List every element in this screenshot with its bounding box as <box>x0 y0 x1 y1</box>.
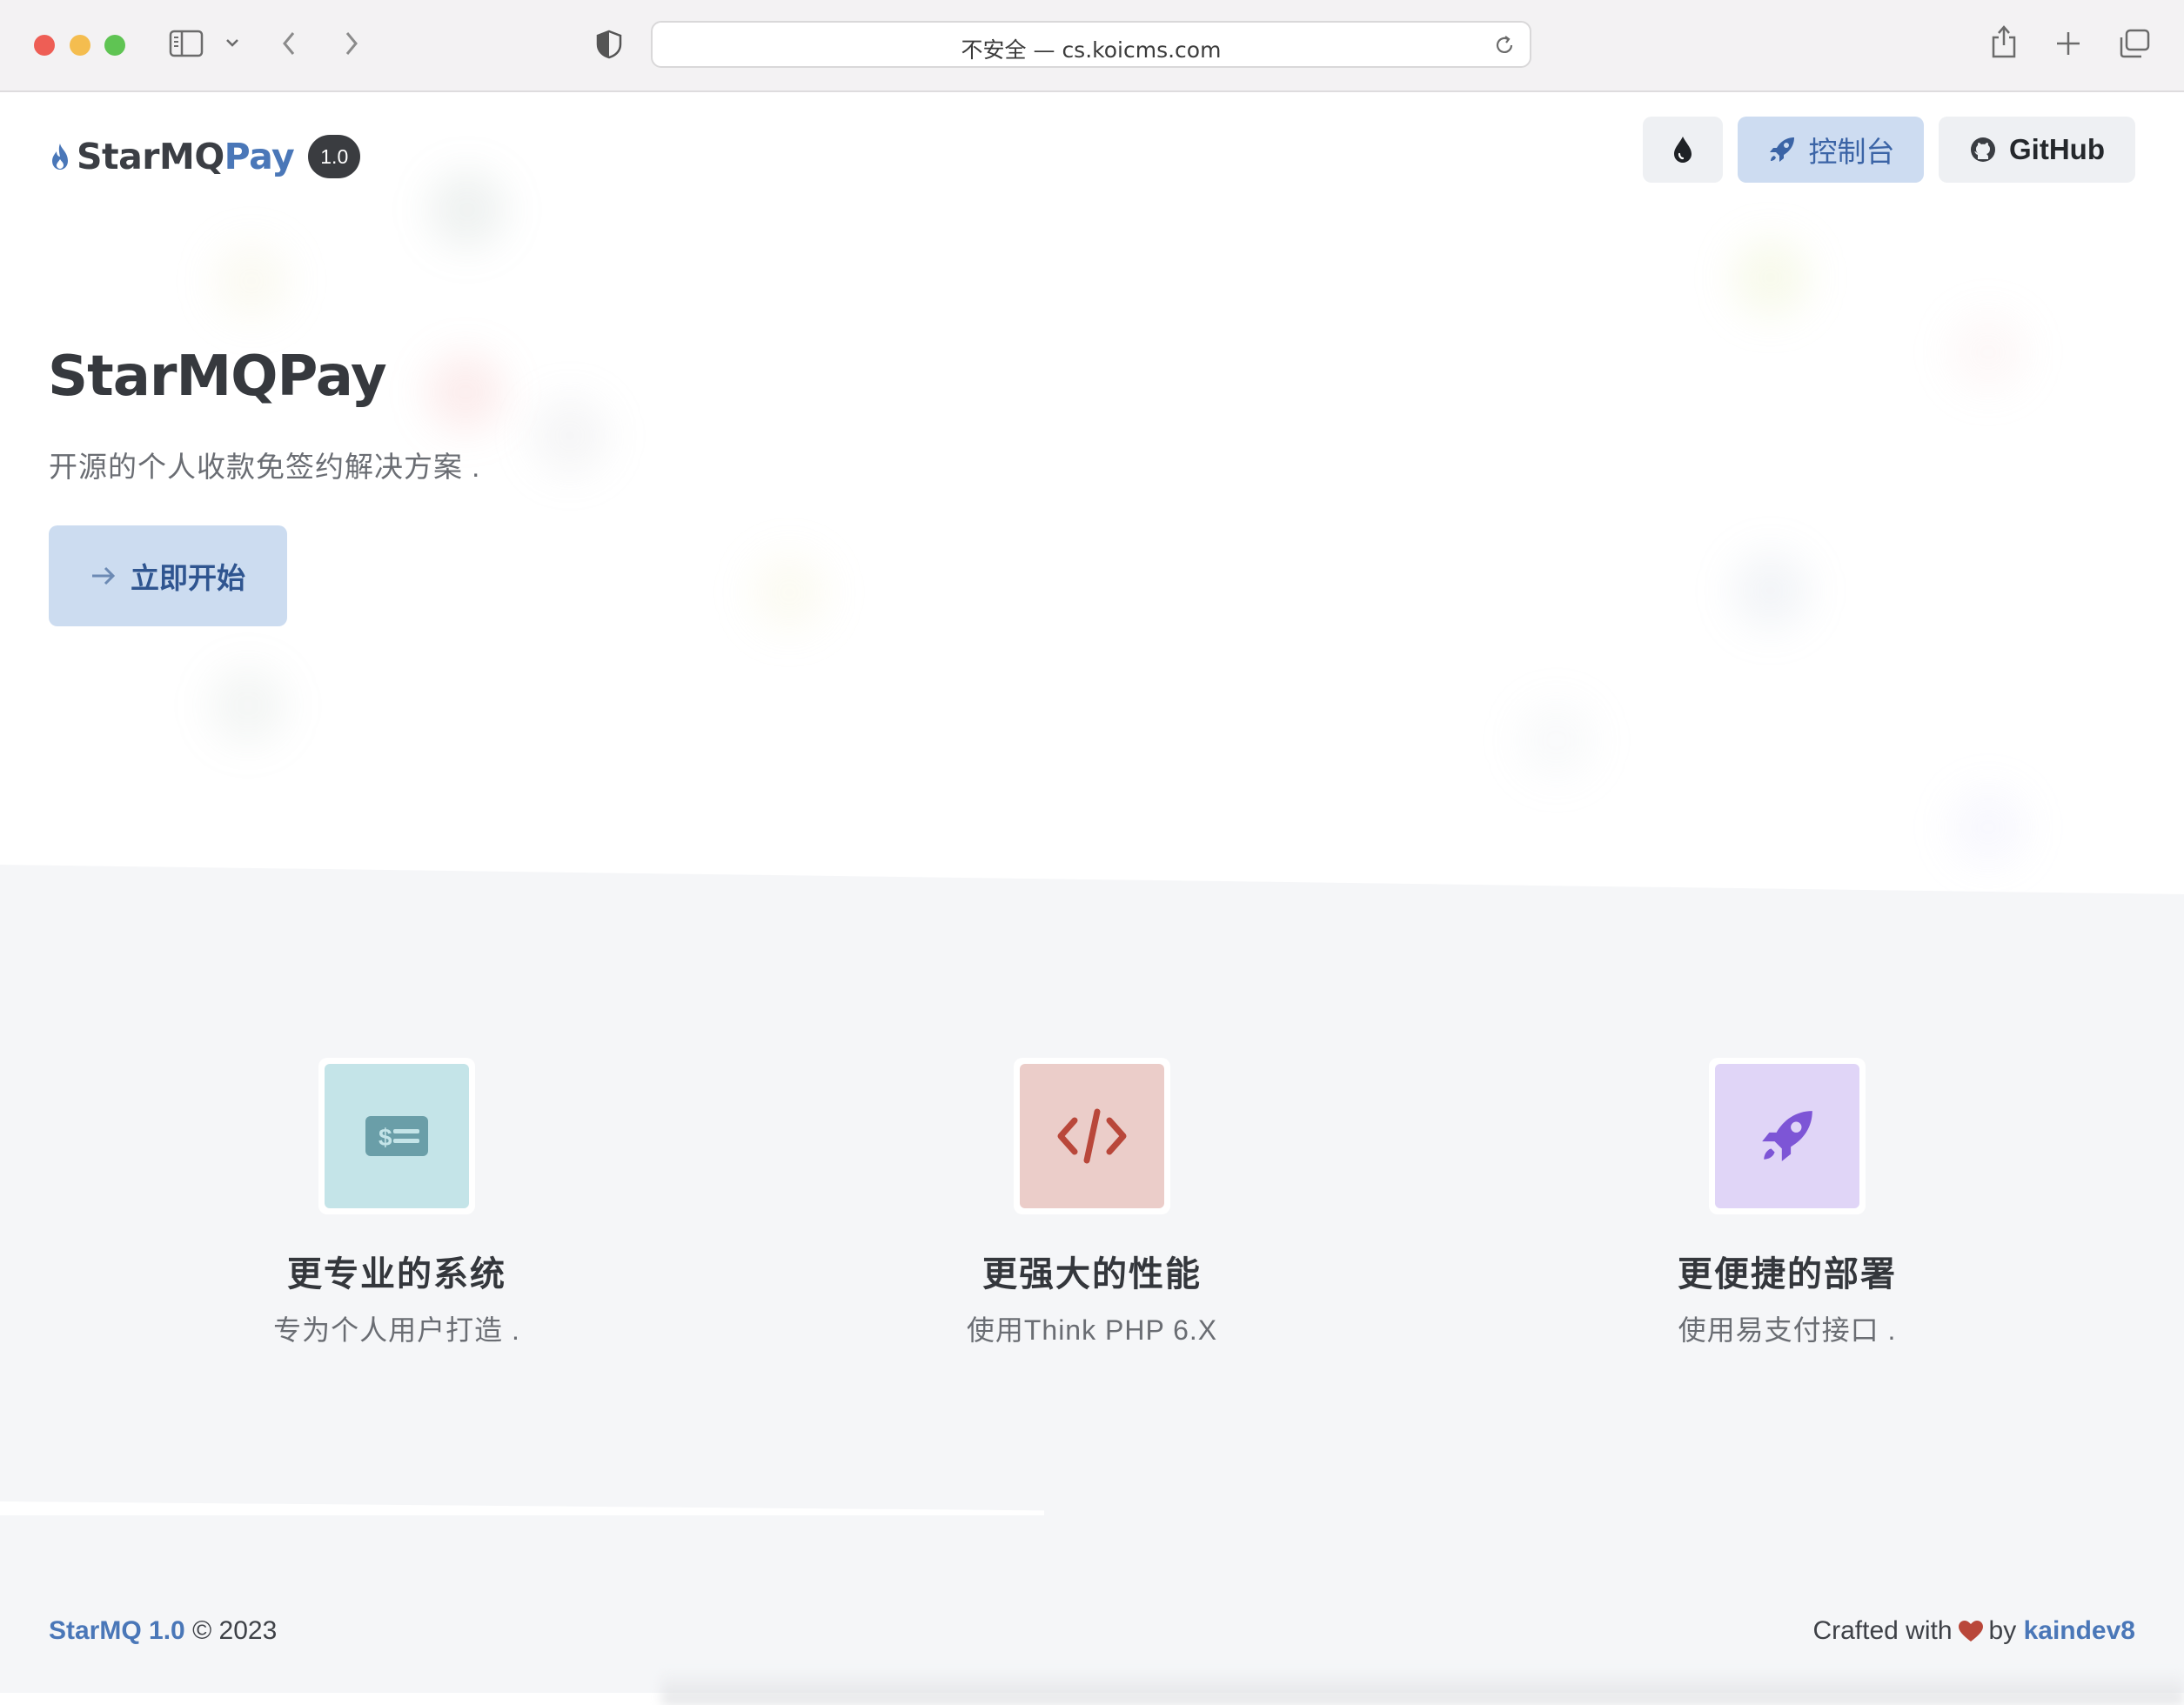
decorative-blob <box>1949 313 2027 391</box>
decorative-blob <box>209 666 287 745</box>
feature-title: 更便捷的部署 <box>1678 1255 1897 1294</box>
rocket-icon <box>1767 135 1797 164</box>
theme-toggle-button[interactable] <box>1643 117 1723 183</box>
privacy-shield-icon[interactable] <box>595 30 623 59</box>
github-button-label: GitHub <box>2009 133 2105 165</box>
brand-name-main: StarMQ <box>77 136 224 177</box>
feature-card: $ 更专业的系统 专为个人用户打造 . <box>153 1058 640 1348</box>
hero-title: StarMQPay <box>48 344 387 409</box>
decorative-blob <box>531 397 609 475</box>
get-started-label: 立即开始 <box>131 562 245 594</box>
flame-icon <box>52 144 68 170</box>
get-started-button[interactable]: 立即开始 <box>49 525 287 626</box>
decorative-blob <box>1732 552 1810 630</box>
author-link[interactable]: kaindev8 <box>2024 1616 2135 1646</box>
droplet-icon <box>1674 137 1692 163</box>
decorative-blob <box>1517 701 1596 779</box>
version-badge: 1.0 <box>308 135 361 178</box>
feature-icon-tile: $ <box>318 1058 475 1214</box>
feature-icon-background <box>1715 1064 1859 1208</box>
footer-copyright-text: © 2023 <box>192 1616 278 1645</box>
bottom-fade <box>661 1670 2184 1705</box>
rocket-icon <box>1762 1111 1812 1161</box>
feature-title: 更专业的系统 <box>287 1255 506 1294</box>
console-button-label: 控制台 <box>1808 136 1895 168</box>
svg-text:$: $ <box>379 1124 392 1151</box>
footer-by-text: by <box>1988 1616 2017 1645</box>
feature-card: 更强大的性能 使用Think PHP 6.X <box>848 1058 1336 1348</box>
close-window-button[interactable] <box>34 35 55 56</box>
decorative-blob <box>750 553 828 632</box>
tab-overview-icon[interactable] <box>2118 28 2151 59</box>
address-bar-text: 不安全 — cs.koicms.com <box>961 37 1222 63</box>
code-icon <box>1057 1108 1127 1164</box>
console-button[interactable]: 控制台 <box>1738 117 1924 183</box>
decorative-blob <box>1949 788 2027 866</box>
github-button[interactable]: GitHub <box>1939 117 2135 183</box>
feature-icon-tile <box>1014 1058 1170 1214</box>
feature-icon-background: $ <box>325 1064 469 1208</box>
feature-icon-background <box>1020 1064 1164 1208</box>
feature-title: 更强大的性能 <box>982 1255 1202 1294</box>
zoom-window-button[interactable] <box>104 35 125 56</box>
address-bar[interactable]: 不安全 — cs.koicms.com <box>651 21 1531 68</box>
share-icon[interactable] <box>1990 24 2018 59</box>
chevron-down-icon[interactable] <box>224 37 240 49</box>
footer-credits: Crafted with by kaindev8 <box>1812 1616 2135 1646</box>
feature-description: 使用易支付接口 . <box>1678 1314 1897 1346</box>
decorative-blob <box>212 242 291 320</box>
feature-icon-tile <box>1709 1058 1866 1214</box>
arrow-right-icon <box>90 565 117 586</box>
feature-card: 更便捷的部署 使用易支付接口 . <box>1544 1058 2031 1348</box>
decorative-blob <box>426 353 505 431</box>
footer-crafted-text: Crafted with <box>1812 1616 1953 1645</box>
minimize-window-button[interactable] <box>70 35 90 56</box>
reload-icon[interactable] <box>1493 34 1516 61</box>
decorative-blob <box>1732 238 1810 317</box>
sidebar-toggle-icon[interactable] <box>169 30 204 57</box>
footer-copyright: StarMQ 1.0 © 2023 <box>49 1616 277 1646</box>
back-arrow-icon[interactable] <box>280 30 298 57</box>
feature-description: 专为个人用户打造 . <box>273 1314 520 1346</box>
github-icon <box>1969 136 1997 164</box>
browser-toolbar: 不安全 — cs.koicms.com <box>0 0 2184 92</box>
decorative-blob <box>428 170 506 249</box>
new-tab-icon[interactable] <box>2054 30 2082 57</box>
footer-brand-link[interactable]: StarMQ 1.0 <box>49 1616 185 1645</box>
brand-name: StarMQPay <box>77 136 295 177</box>
page-content: StarMQPay 1.0 控制台 GitHub StarMQPay 开源的个人… <box>0 92 2184 1705</box>
forward-arrow-icon[interactable] <box>343 30 360 57</box>
feature-description: 使用Think PHP 6.X <box>966 1314 1218 1346</box>
heart-icon <box>1958 1620 1984 1642</box>
brand-name-accent: Pay <box>224 136 295 177</box>
brand-logo[interactable]: StarMQPay 1.0 <box>49 132 361 181</box>
hero-subtitle: 开源的个人收款免签约解决方案 . <box>49 451 481 483</box>
money-check-icon: $ <box>365 1116 428 1156</box>
